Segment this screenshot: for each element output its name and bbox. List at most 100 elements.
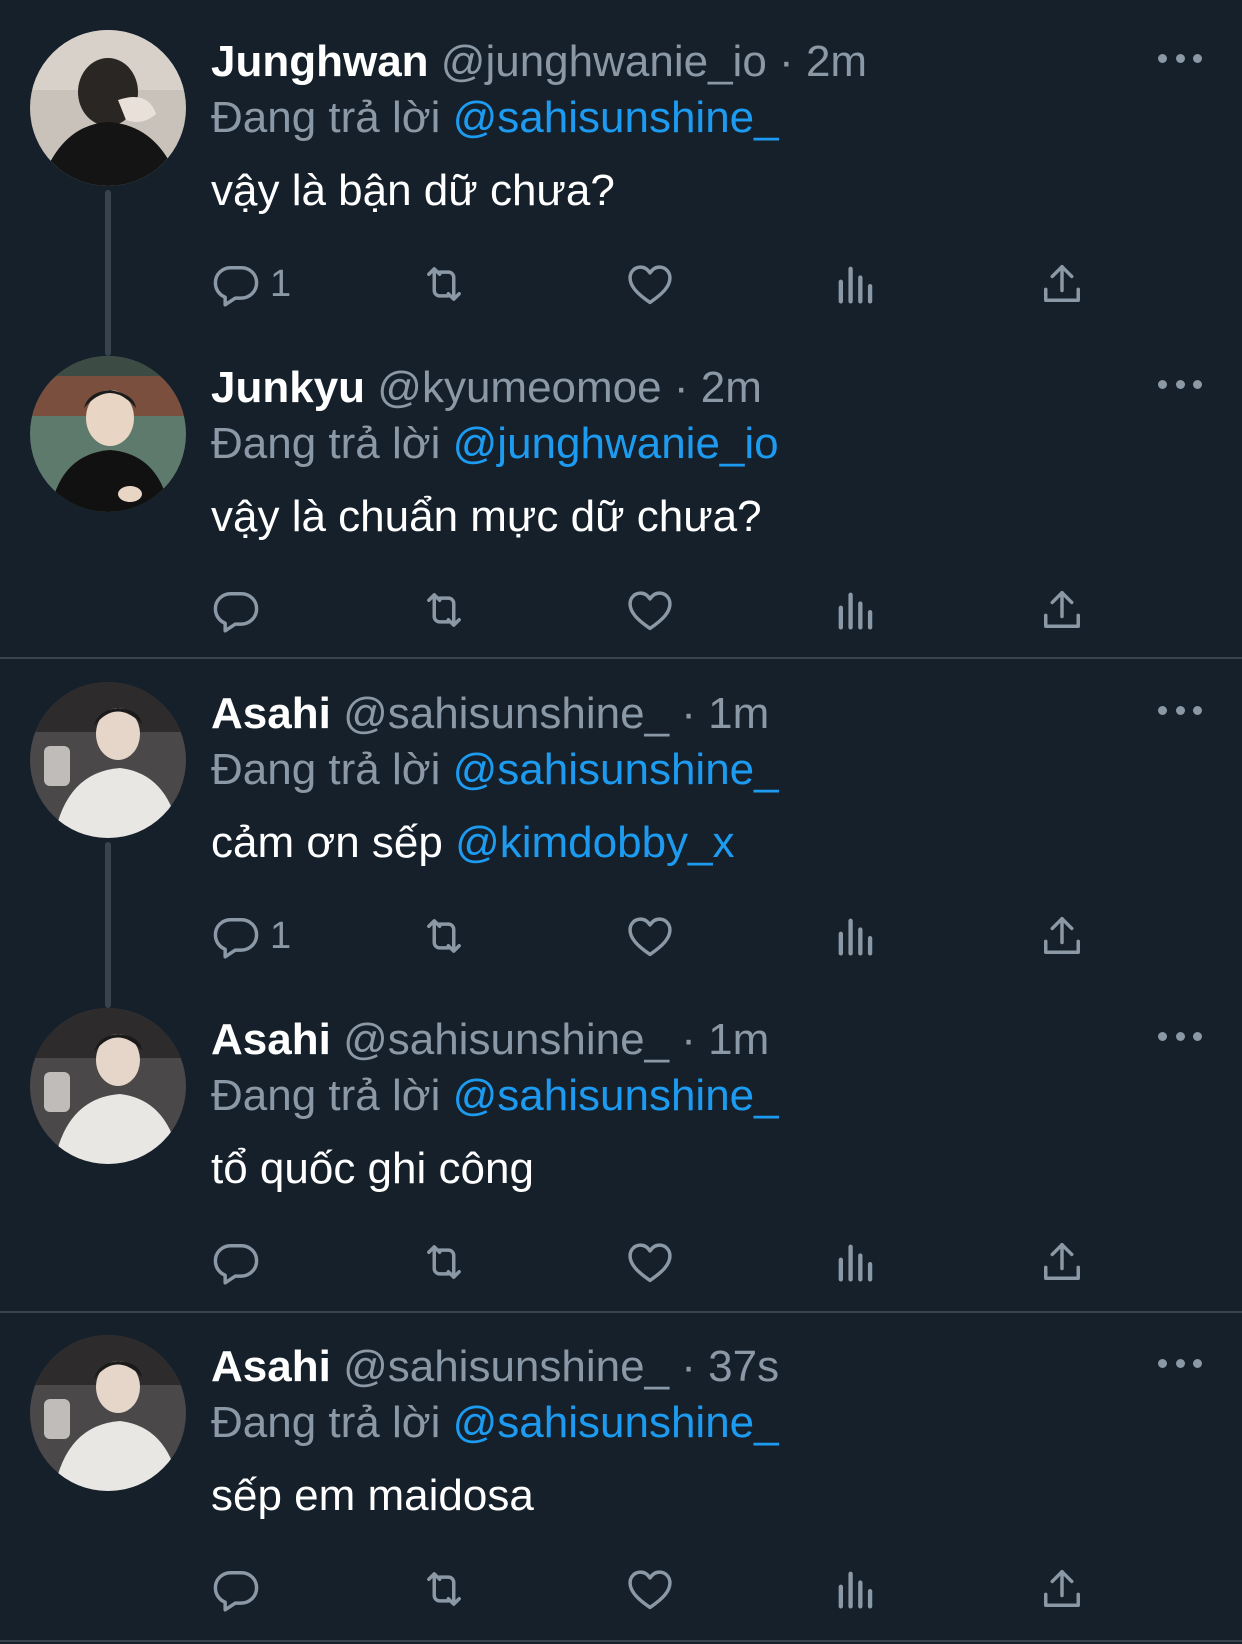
share-button[interactable] xyxy=(1036,908,1088,964)
display-name[interactable]: Asahi xyxy=(211,689,331,738)
replying-to: Đang trả lời @sahisunshine_ xyxy=(211,742,779,798)
reply-button[interactable] xyxy=(210,1561,270,1617)
tweet-text: vậy là bận dữ chưa? xyxy=(211,163,615,219)
heart-icon xyxy=(628,1570,672,1610)
reply-icon xyxy=(213,266,259,307)
more-icon[interactable] xyxy=(1158,698,1202,722)
timestamp[interactable]: 1m xyxy=(708,689,769,738)
share-icon xyxy=(1044,1242,1080,1280)
replying-to-mention[interactable]: @sahisunshine_ xyxy=(453,745,779,794)
reply-button[interactable] xyxy=(210,582,270,638)
replying-to-mention[interactable]: @sahisunshine_ xyxy=(453,1398,779,1447)
user-handle[interactable]: @sahisunshine_ xyxy=(343,1015,669,1064)
user-handle[interactable]: @kyumeomoe xyxy=(377,363,661,412)
timestamp[interactable]: 37s xyxy=(708,1342,779,1391)
separator-dot: · xyxy=(681,689,696,738)
replying-to-mention[interactable]: @sahisunshine_ xyxy=(453,1071,779,1120)
tweet-text-mention[interactable]: @kimdobby_x xyxy=(455,818,734,867)
like-button[interactable] xyxy=(624,1234,676,1290)
share-icon xyxy=(1044,264,1080,302)
views-button[interactable] xyxy=(830,256,882,312)
views-button[interactable] xyxy=(830,1234,882,1290)
share-icon xyxy=(1044,590,1080,628)
avatar[interactable] xyxy=(30,682,186,838)
retweet-button[interactable] xyxy=(418,256,470,312)
reply-button[interactable] xyxy=(210,1234,270,1290)
display-name[interactable]: Asahi xyxy=(211,1342,331,1391)
tweet[interactable]: Asahi @sahisunshine_ · 1m Đang trả lời @… xyxy=(0,652,1242,1008)
retweet-icon xyxy=(427,919,461,953)
timestamp[interactable]: 2m xyxy=(701,363,762,412)
like-button[interactable] xyxy=(624,582,676,638)
separator-dot: · xyxy=(681,1015,696,1064)
analytics-icon xyxy=(838,918,873,956)
retweet-icon xyxy=(427,593,461,627)
heart-icon xyxy=(628,591,672,631)
avatar[interactable] xyxy=(30,1335,186,1491)
share-icon xyxy=(1044,1569,1080,1607)
reply-button[interactable]: 1 xyxy=(210,256,291,312)
display-name[interactable]: Junghwan xyxy=(211,37,429,86)
views-button[interactable] xyxy=(830,908,882,964)
more-icon[interactable] xyxy=(1158,46,1202,70)
user-handle[interactable]: @junghwanie_io xyxy=(441,37,767,86)
tweet-header: Asahi @sahisunshine_ · 1m xyxy=(211,1012,769,1068)
more-icon[interactable] xyxy=(1158,1351,1202,1375)
reply-count: 1 xyxy=(270,262,292,305)
avatar[interactable] xyxy=(30,1008,186,1164)
reply-button[interactable]: 1 xyxy=(210,908,291,964)
retweet-button[interactable] xyxy=(418,1234,470,1290)
tweet[interactable]: Asahi @sahisunshine_ · 37s Đang trả lời … xyxy=(0,1305,1242,1631)
views-button[interactable] xyxy=(830,1561,882,1617)
share-button[interactable] xyxy=(1036,582,1088,638)
like-button[interactable] xyxy=(624,908,676,964)
analytics-icon xyxy=(838,266,873,304)
tweet[interactable]: Junghwan @junghwanie_io · 2m Đang trả lờ… xyxy=(0,0,1242,356)
retweet-icon xyxy=(427,1572,461,1606)
heart-icon xyxy=(628,265,672,305)
more-icon[interactable] xyxy=(1158,1024,1202,1048)
replying-to-label: Đang trả lời xyxy=(211,93,441,142)
share-button[interactable] xyxy=(1036,1234,1088,1290)
avatar-image xyxy=(30,682,186,838)
avatar-image xyxy=(30,1335,186,1491)
tweet-text-body: cảm ơn sếp xyxy=(211,818,456,867)
separator-dot: · xyxy=(779,37,794,86)
views-button[interactable] xyxy=(830,582,882,638)
like-button[interactable] xyxy=(624,1561,676,1617)
share-button[interactable] xyxy=(1036,256,1088,312)
retweet-button[interactable] xyxy=(418,908,470,964)
reply-icon xyxy=(213,1244,259,1285)
replying-to: Đang trả lời @sahisunshine_ xyxy=(211,1068,779,1124)
analytics-icon xyxy=(838,1244,873,1282)
replying-to-label: Đang trả lời xyxy=(211,1071,441,1120)
like-button[interactable] xyxy=(624,256,676,312)
more-icon[interactable] xyxy=(1158,372,1202,396)
tweet-actions xyxy=(0,1234,1242,1290)
replying-to-label: Đang trả lời xyxy=(211,1398,441,1447)
replying-to-mention[interactable]: @sahisunshine_ xyxy=(453,93,779,142)
user-handle[interactable]: @sahisunshine_ xyxy=(343,1342,669,1391)
avatar[interactable] xyxy=(30,30,186,186)
retweet-icon xyxy=(427,267,461,301)
display-name[interactable]: Junkyu xyxy=(211,363,365,412)
tweet[interactable]: Junkyu @kyumeomoe · 2m Đang trả lời @jun… xyxy=(0,326,1242,652)
user-handle[interactable]: @sahisunshine_ xyxy=(343,689,669,738)
tweet-actions: 1 xyxy=(0,908,1242,964)
display-name[interactable]: Asahi xyxy=(211,1015,331,1064)
analytics-icon xyxy=(838,1571,873,1609)
replying-to-label: Đang trả lời xyxy=(211,745,441,794)
tweet-actions xyxy=(0,1561,1242,1617)
share-button[interactable] xyxy=(1036,1561,1088,1617)
tweet-text-body: sếp em maidosa xyxy=(211,1471,534,1520)
retweet-button[interactable] xyxy=(418,582,470,638)
retweet-button[interactable] xyxy=(418,1561,470,1617)
separator-dot: · xyxy=(681,1342,696,1391)
replying-to-mention[interactable]: @junghwanie_io xyxy=(453,419,779,468)
tweet-header: Junkyu @kyumeomoe · 2m xyxy=(211,360,762,416)
tweet-text: cảm ơn sếp @kimdobby_x xyxy=(211,815,735,871)
timestamp[interactable]: 1m xyxy=(708,1015,769,1064)
avatar[interactable] xyxy=(30,356,186,512)
tweet[interactable]: Asahi @sahisunshine_ · 1m Đang trả lời @… xyxy=(0,978,1242,1304)
timestamp[interactable]: 2m xyxy=(806,37,867,86)
